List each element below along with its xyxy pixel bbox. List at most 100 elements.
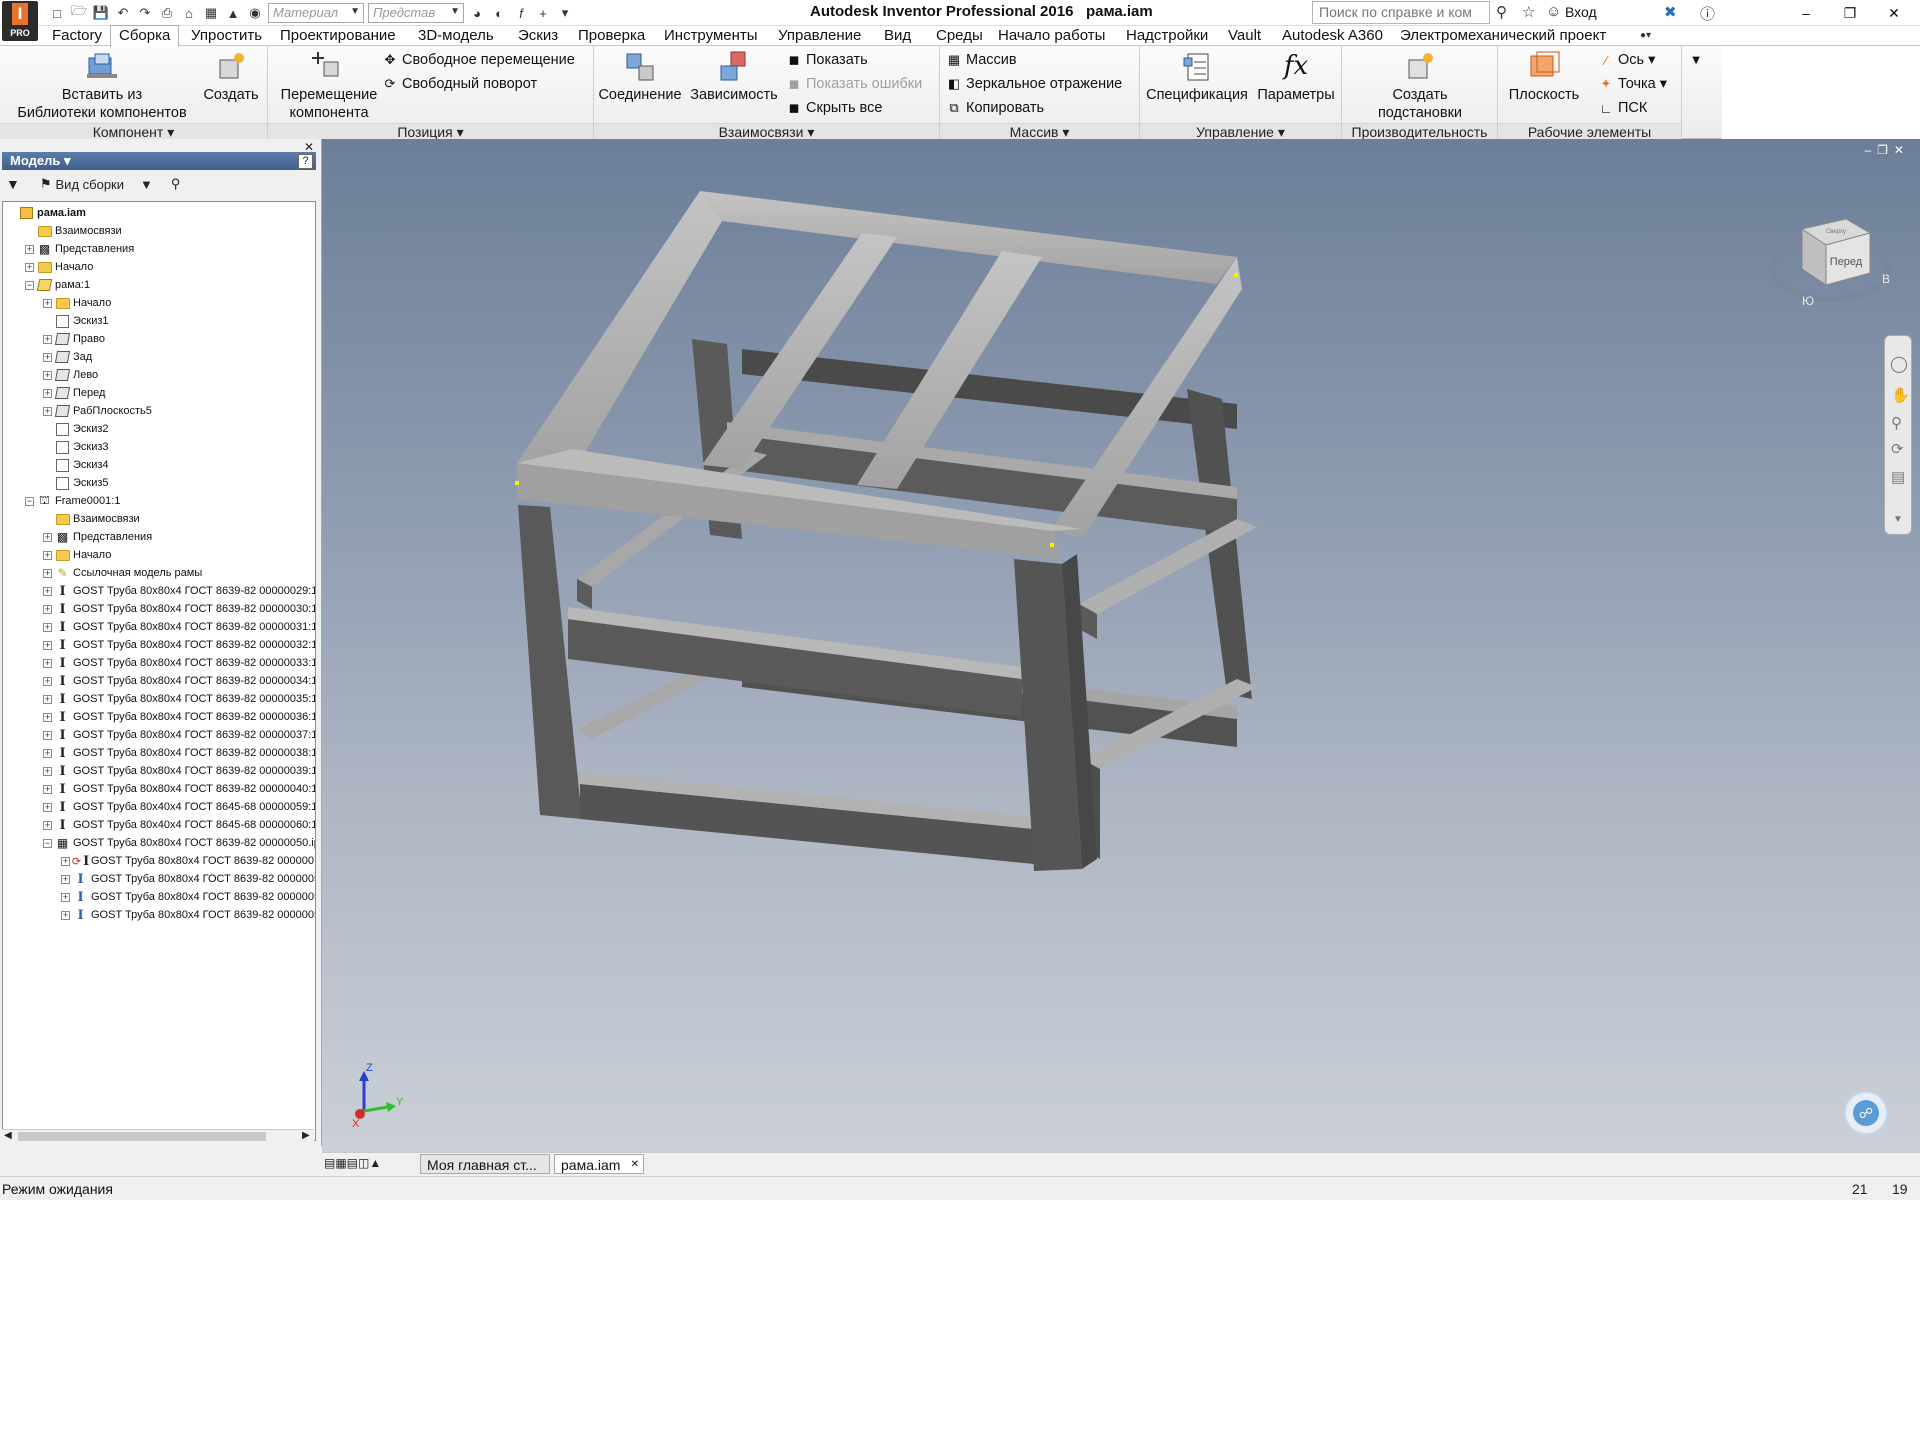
- browser-title[interactable]: Модель ▾: [2, 152, 316, 170]
- expand-icon[interactable]: +: [43, 532, 52, 542]
- tree-node[interactable]: + I GOST Труба 80x40x4 ГОСТ 8645-68 000000…: [43, 798, 315, 816]
- tree-node[interactable]: + I GOST Труба 80x80x4 ГОСТ 8639-82 000000…: [43, 672, 315, 690]
- tab-2[interactable]: Упростить: [183, 26, 270, 46]
- tab-6[interactable]: Проверка: [570, 26, 653, 46]
- expand-icon[interactable]: +: [43, 802, 52, 812]
- find-binoculars-icon[interactable]: ⚲: [171, 176, 181, 192]
- tab-4[interactable]: 3D-модель: [410, 26, 502, 46]
- panel-title-position[interactable]: Позиция ▾: [268, 123, 593, 139]
- tree-node[interactable]: Эскиз4: [43, 456, 109, 474]
- tree-node[interactable]: + Начало: [25, 258, 93, 276]
- doc-tab-my-home[interactable]: Моя главная ст...: [420, 1154, 550, 1174]
- expand-icon[interactable]: +: [43, 406, 52, 416]
- tree-node[interactable]: + I GOST Труба 80x80x4 ГОСТ 8639-82 000000…: [43, 780, 315, 798]
- tree-node[interactable]: Эскиз5: [43, 474, 109, 492]
- redo-icon[interactable]: ↷: [136, 4, 154, 22]
- graphics-window[interactable]: –❐✕ Перед Сверху Ю В ◯ ✋ ⚲ ⟳ ▤ ▼ ☍ Z Y X: [322, 139, 1920, 1152]
- chevron-down-icon[interactable]: ▼: [1893, 514, 1903, 525]
- tree-node[interactable]: + Перед: [43, 384, 105, 402]
- tab-9[interactable]: Вид: [876, 26, 919, 46]
- expand-icon[interactable]: +: [43, 298, 52, 308]
- tab-13[interactable]: Vault: [1220, 26, 1269, 46]
- tab-12[interactable]: Надстройки: [1118, 26, 1216, 46]
- tree-node[interactable]: + I GOST Труба 80x80x4 ГОСТ 8639-82 000000…: [43, 636, 315, 654]
- expand-icon[interactable]: +: [61, 910, 70, 920]
- free-rotate-button[interactable]: ⟳ Свободный поворот: [382, 73, 538, 95]
- tile-layout-icons[interactable]: ▤▦▤◫▲: [324, 1156, 381, 1170]
- pan-icon[interactable]: ✋: [1891, 386, 1910, 404]
- customize-qat-icon[interactable]: ▾: [556, 4, 574, 22]
- filter-icon[interactable]: ▼: [6, 176, 20, 192]
- expand-icon[interactable]: +: [61, 856, 70, 866]
- expand-icon[interactable]: +: [25, 244, 34, 254]
- tree-node[interactable]: + I GOST Труба 80x80x4 ГОСТ 8639-82 000000…: [43, 690, 315, 708]
- tree-node[interactable]: + Право: [43, 330, 105, 348]
- expand-icon[interactable]: +: [43, 586, 52, 596]
- tree-node[interactable]: + I GOST Труба 80x80x4 ГОСТ 8639-82 000000…: [43, 582, 315, 600]
- tree-node[interactable]: + Лево: [43, 366, 98, 384]
- tree-node[interactable]: + Начало: [43, 546, 111, 564]
- expand-icon[interactable]: +: [61, 874, 70, 884]
- move-component-button[interactable]: Перемещение компонента: [274, 48, 384, 122]
- color-icon[interactable]: ◉: [246, 4, 264, 22]
- fx-icon[interactable]: f: [512, 4, 530, 22]
- show-constraints-button[interactable]: ◼ Показать: [786, 49, 868, 71]
- create-component-button[interactable]: Создать: [200, 48, 262, 104]
- collapse-icon[interactable]: −: [25, 496, 34, 506]
- doc-tab-rama[interactable]: рама.iam ✕: [554, 1154, 644, 1174]
- tab-11[interactable]: Начало работы: [990, 26, 1113, 46]
- tab-3[interactable]: Проектирование: [272, 26, 404, 46]
- close-button[interactable]: ✕: [1872, 2, 1916, 24]
- point-button[interactable]: ✦ Точка ▾: [1598, 73, 1668, 95]
- adjust-icon[interactable]: ◐: [490, 4, 508, 22]
- material-combo[interactable]: Материал ▼: [268, 3, 364, 23]
- tree-node[interactable]: + I GOST Труба 80x40x4 ГОСТ 8645-68 000000…: [43, 816, 315, 834]
- new-file-icon[interactable]: □: [48, 4, 66, 22]
- tree-node[interactable]: + I GOST Труба 80x80x4 ГОСТ 8639-82 000000…: [61, 906, 315, 924]
- tab-15[interactable]: Электромеханический проект: [1392, 26, 1614, 46]
- expand-icon[interactable]: +: [43, 370, 52, 380]
- tree-node[interactable]: + I GOST Труба 80x80x4 ГОСТ 8639-82 000000…: [43, 744, 315, 762]
- panel-title-work-features[interactable]: Рабочие элементы: [1498, 123, 1681, 139]
- tree-node[interactable]: + РабПлоскость5: [43, 402, 152, 420]
- home-icon[interactable]: ⌂: [180, 4, 198, 22]
- top-left-beam[interactable]: [517, 191, 722, 474]
- user-icon[interactable]: ☺: [1546, 3, 1561, 20]
- hide-all-button[interactable]: ◼ Скрыть все: [786, 97, 883, 119]
- scroll-left-icon[interactable]: ◀: [4, 1130, 12, 1141]
- expand-icon[interactable]: +: [61, 892, 70, 902]
- tree-node[interactable]: Взаимосвязи: [43, 510, 140, 528]
- tree-node[interactable]: − ⛫ Frame0001:1: [25, 492, 120, 510]
- collapse-icon[interactable]: −: [43, 838, 52, 848]
- tab-1[interactable]: Сборка: [110, 25, 180, 47]
- minimize-button[interactable]: –: [1784, 2, 1828, 24]
- help-search-input[interactable]: Поиск по справке и ком: [1312, 1, 1490, 24]
- parameters-button[interactable]: fx Параметры: [1252, 48, 1340, 104]
- star-icon[interactable]: ☆: [1522, 3, 1535, 21]
- panel-title-productivity[interactable]: Производительность: [1342, 123, 1497, 139]
- plus-icon[interactable]: +: [534, 4, 552, 22]
- zoom-icon[interactable]: ⚲: [1891, 414, 1902, 432]
- clear-appearance-icon[interactable]: ◕: [468, 4, 486, 22]
- tree-node[interactable]: + Зад: [43, 348, 92, 366]
- tab-7[interactable]: Инструменты: [656, 26, 766, 46]
- sign-in-button[interactable]: Вход: [1565, 4, 1597, 20]
- collapse-icon[interactable]: −: [25, 280, 34, 290]
- tree-node[interactable]: + I GOST Труба 80x80x4 ГОСТ 8639-82 000000…: [43, 654, 315, 672]
- expand-icon[interactable]: +: [43, 820, 52, 830]
- update-icon[interactable]: ▦: [202, 4, 220, 22]
- help-icon[interactable]: ⓘ: [1700, 3, 1715, 24]
- expand-icon[interactable]: +: [43, 622, 52, 632]
- tree-node[interactable]: рама.iam: [7, 204, 86, 222]
- tree-node[interactable]: + I GOST Труба 80x80x4 ГОСТ 8639-82 000000…: [43, 762, 315, 780]
- expand-icon[interactable]: +: [43, 388, 52, 398]
- select-icon[interactable]: ▲: [224, 4, 242, 22]
- tree-node[interactable]: + I GOST Труба 80x80x4 ГОСТ 8639-82 000000…: [61, 888, 315, 906]
- steering-wheel-icon[interactable]: ◯: [1890, 354, 1908, 374]
- expand-icon[interactable]: +: [43, 748, 52, 758]
- expand-icon[interactable]: +: [43, 568, 52, 578]
- expand-icon[interactable]: +: [43, 694, 52, 704]
- assembly-view-dropdown[interactable]: ⚑ Вид сборки ▼: [40, 176, 153, 192]
- share-button[interactable]: ☍: [1844, 1091, 1888, 1135]
- help-icon[interactable]: ?: [298, 154, 313, 169]
